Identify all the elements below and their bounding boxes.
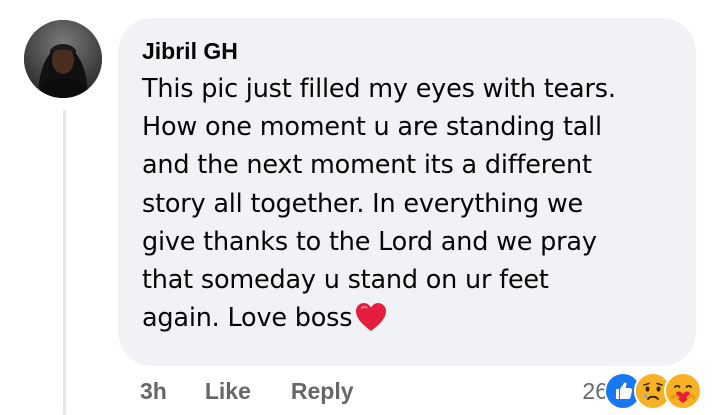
reaction-summary[interactable]: 26: [582, 372, 702, 410]
comment-bubble: Jibril GH This pic just filled my eyes w…: [118, 18, 696, 366]
reply-button[interactable]: Reply: [291, 378, 354, 405]
comment-text: This pic just filled my eyes with tears.…: [142, 70, 672, 337]
thread-line: [63, 110, 66, 415]
red-heart-icon: [354, 301, 388, 333]
comment-actions: 3h Like Reply: [140, 378, 394, 405]
care-reaction-icon: [664, 372, 702, 410]
like-button[interactable]: Like: [205, 378, 251, 405]
comment-container: Jibril GH This pic just filled my eyes w…: [0, 0, 720, 415]
comment-body: This pic just filled my eyes with tears.…: [142, 74, 616, 334]
avatar[interactable]: [24, 20, 102, 98]
comment-timestamp[interactable]: 3h: [140, 378, 167, 405]
avatar-image: [24, 20, 102, 98]
author-name[interactable]: Jibril GH: [142, 36, 672, 66]
